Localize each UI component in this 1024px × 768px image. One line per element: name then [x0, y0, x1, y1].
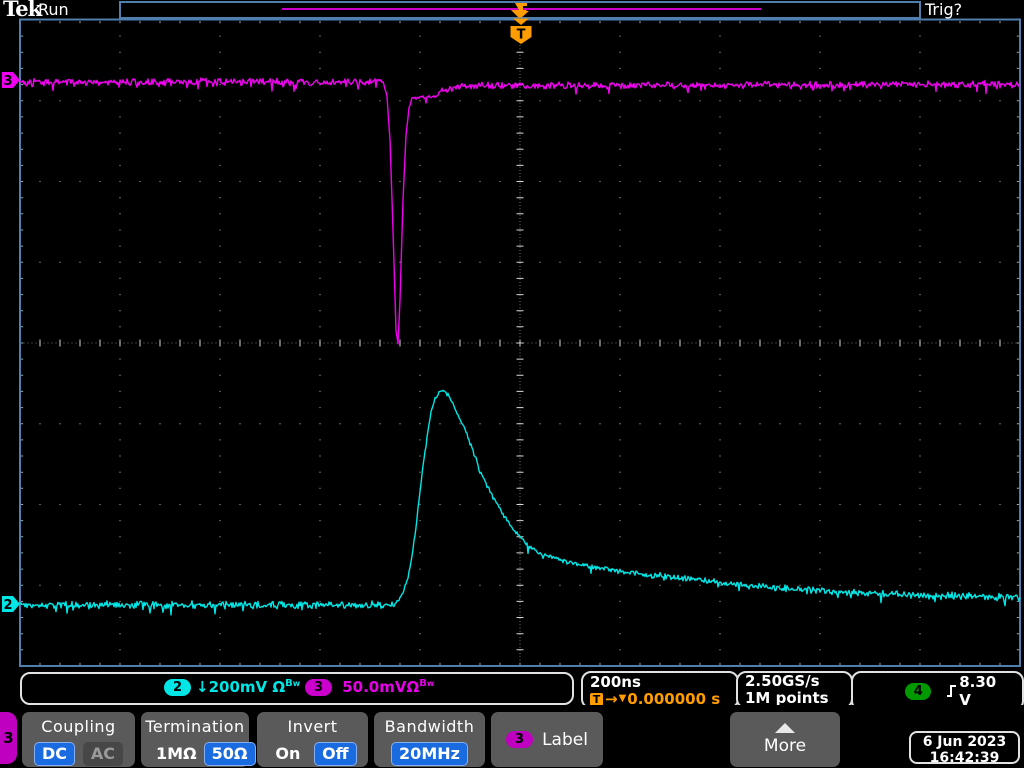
- more-button[interactable]: More: [730, 712, 840, 767]
- trigger-source-badge: 4: [905, 683, 931, 700]
- coupling-button[interactable]: Coupling DC AC: [22, 712, 135, 767]
- coupling-dc-option: DC: [34, 742, 75, 766]
- label-button[interactable]: 3 Label: [491, 712, 603, 767]
- ch3-readout: 3 50.0mVΩBw: [305, 678, 434, 696]
- oscilloscope-screen: T 3 2 Tek Run Trig? 2 ↓200mV ΩBw 3 50.0mVΩ…: [0, 0, 1024, 768]
- trigger-status: Trig?: [925, 0, 962, 19]
- ch3-position-marker-label: 3: [3, 74, 12, 89]
- timebase-scale: 200ns: [590, 674, 737, 691]
- ch2-position-marker-label: 2: [3, 598, 12, 613]
- channel-readout-box: 2 ↓200mV ΩBw 3 50.0mVΩBw: [20, 672, 574, 705]
- graticule-display: T 3 2: [0, 0, 1024, 768]
- date: 6 Jun 2023: [911, 734, 1018, 750]
- coupling-ac-option: AC: [83, 742, 123, 766]
- bottom-menu-bar: 3 Coupling DC AC Termination 1MΩ 50Ω Inv…: [0, 705, 1024, 768]
- acquisition-status: Run: [38, 0, 69, 19]
- horizontal-readout-box: 200ns T→▼0.000000 s: [581, 671, 739, 709]
- rising-edge-icon: [945, 683, 959, 699]
- ch3-trace: [20, 78, 1020, 344]
- termination-1m-option: 1MΩ: [149, 743, 204, 765]
- invert-button[interactable]: Invert On Off: [257, 712, 368, 767]
- bandwidth-button[interactable]: Bandwidth 20MHz: [374, 712, 485, 767]
- ch2-readout: 2 ↓200mV ΩBw: [164, 678, 300, 696]
- trigger-arrow-icon: [513, 19, 529, 26]
- channel-menu-tab: 3: [0, 712, 17, 764]
- tek-logo: Tek: [3, 0, 41, 21]
- acquisition-readout-box: 2.50GS/s 1M points: [736, 671, 853, 709]
- sample-rate: 2.50GS/s: [745, 673, 851, 690]
- ch2-badge: 2: [164, 679, 191, 696]
- datetime-box: 6 Jun 2023 16:42:39: [909, 731, 1020, 764]
- invert-off-option: Off: [314, 742, 357, 766]
- termination-button[interactable]: Termination 1MΩ 50Ω: [141, 712, 249, 767]
- trigger-flag-letter: T: [517, 28, 526, 43]
- center-axis-ticks: [20, 20, 1020, 666]
- ch3-badge: 3: [305, 679, 332, 696]
- ch3-scale: 50.0mVΩBw: [337, 678, 434, 696]
- up-arrow-icon: [775, 723, 795, 733]
- label-channel-badge: 3: [506, 731, 533, 748]
- ch2-scale: ↓200mV ΩBw: [196, 678, 300, 696]
- trigger-level: 8.30 V: [959, 673, 1012, 709]
- trigger-t-icon: T: [590, 693, 603, 706]
- bandwidth-value: 20MHz: [391, 742, 468, 766]
- time: 16:42:39: [911, 750, 1018, 766]
- termination-50-option: 50Ω: [204, 742, 256, 766]
- invert-on-option: On: [268, 743, 307, 765]
